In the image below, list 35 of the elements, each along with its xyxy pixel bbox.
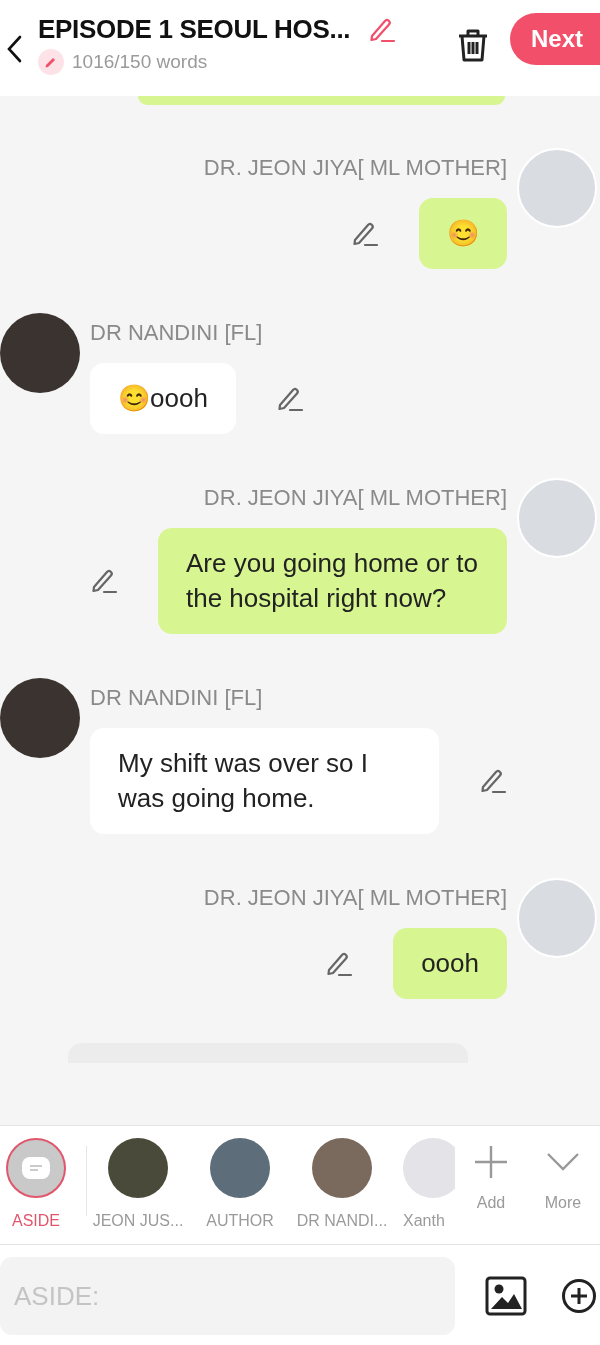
character-name: ASIDE xyxy=(12,1212,60,1230)
character-item[interactable]: DR NANDI... xyxy=(291,1126,393,1230)
message-bubble[interactable]: My shift was over so I was going home. xyxy=(90,728,439,834)
avatar xyxy=(403,1138,455,1198)
character-item[interactable]: AUTHOR xyxy=(189,1126,291,1230)
message-bubble[interactable]: oooh xyxy=(393,928,507,999)
character-name: DR NANDI... xyxy=(296,1212,388,1230)
next-button[interactable]: Next xyxy=(510,12,600,65)
add-button[interactable]: Add xyxy=(455,1126,527,1212)
avatar xyxy=(210,1138,270,1198)
character-name: Xanth xyxy=(403,1212,445,1230)
image-icon[interactable] xyxy=(485,1276,527,1316)
speaker-name: DR. JEON JIYA[ ML MOTHER] xyxy=(203,884,507,912)
character-name: JEON JUS... xyxy=(92,1212,184,1230)
more-button[interactable]: More xyxy=(527,1126,599,1212)
pencil-icon xyxy=(38,49,64,75)
speaker-name: DR NANDINI [FL] xyxy=(90,684,264,712)
word-count: 1016/150 words xyxy=(72,51,208,73)
character-item[interactable]: Xanth xyxy=(403,1126,455,1230)
avatar xyxy=(312,1138,372,1198)
speech-bubble-icon xyxy=(21,1156,51,1180)
plus-icon xyxy=(473,1144,509,1180)
message-bubble[interactable]: 😊oooh xyxy=(90,363,236,434)
character-item[interactable]: JEON JUS... xyxy=(87,1126,189,1230)
speaker-name: DR. JEON JIYA[ ML MOTHER] xyxy=(203,484,507,512)
message-bubble[interactable]: Are you going home or to the hospital right now? xyxy=(158,528,507,634)
character-item[interactable]: ASIDE xyxy=(0,1126,72,1230)
avatar xyxy=(108,1138,168,1198)
episode-title: EPISODE 1 SEOUL HOS... xyxy=(38,14,351,45)
speaker-name: DR. JEON JIYA[ ML MOTHER] xyxy=(203,154,507,182)
add-circle-icon[interactable] xyxy=(561,1278,597,1314)
character-name: AUTHOR xyxy=(206,1212,274,1230)
edit-icon[interactable] xyxy=(479,767,507,795)
edit-icon[interactable] xyxy=(90,567,118,595)
speaker-name: DR NANDINI [FL] xyxy=(90,319,264,347)
